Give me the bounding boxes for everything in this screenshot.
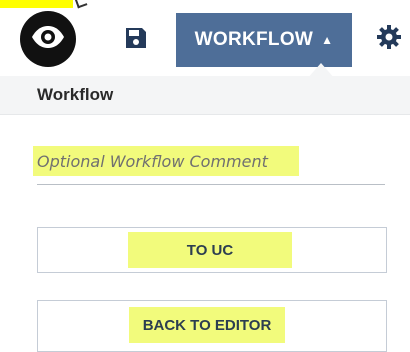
comment-field [33, 146, 385, 185]
to-uc-button-label: TO UC [128, 232, 292, 268]
to-uc-button[interactable]: TO UC [37, 227, 387, 273]
workflow-tab-label: WORKFLOW [194, 29, 314, 50]
chevron-up-icon: ▲ [321, 33, 334, 47]
eye-icon [31, 25, 65, 54]
workflow-panel-header: Workflow [0, 76, 410, 115]
settings-button[interactable] [372, 22, 406, 56]
panel-title: Workflow [37, 85, 114, 104]
workflow-menu-tab[interactable]: WORKFLOW ▲ [176, 13, 352, 67]
gear-icon [376, 24, 402, 55]
save-button[interactable] [120, 24, 152, 56]
back-to-editor-button[interactable]: BACK TO EDITOR [37, 300, 387, 352]
workflow-comment-input[interactable] [37, 146, 385, 176]
floppy-disk-icon [124, 26, 148, 55]
eye-button[interactable] [20, 11, 76, 67]
toolbar: WORKFLOW ▲ [0, 0, 410, 79]
back-to-editor-button-label: BACK TO EDITOR [129, 307, 285, 343]
